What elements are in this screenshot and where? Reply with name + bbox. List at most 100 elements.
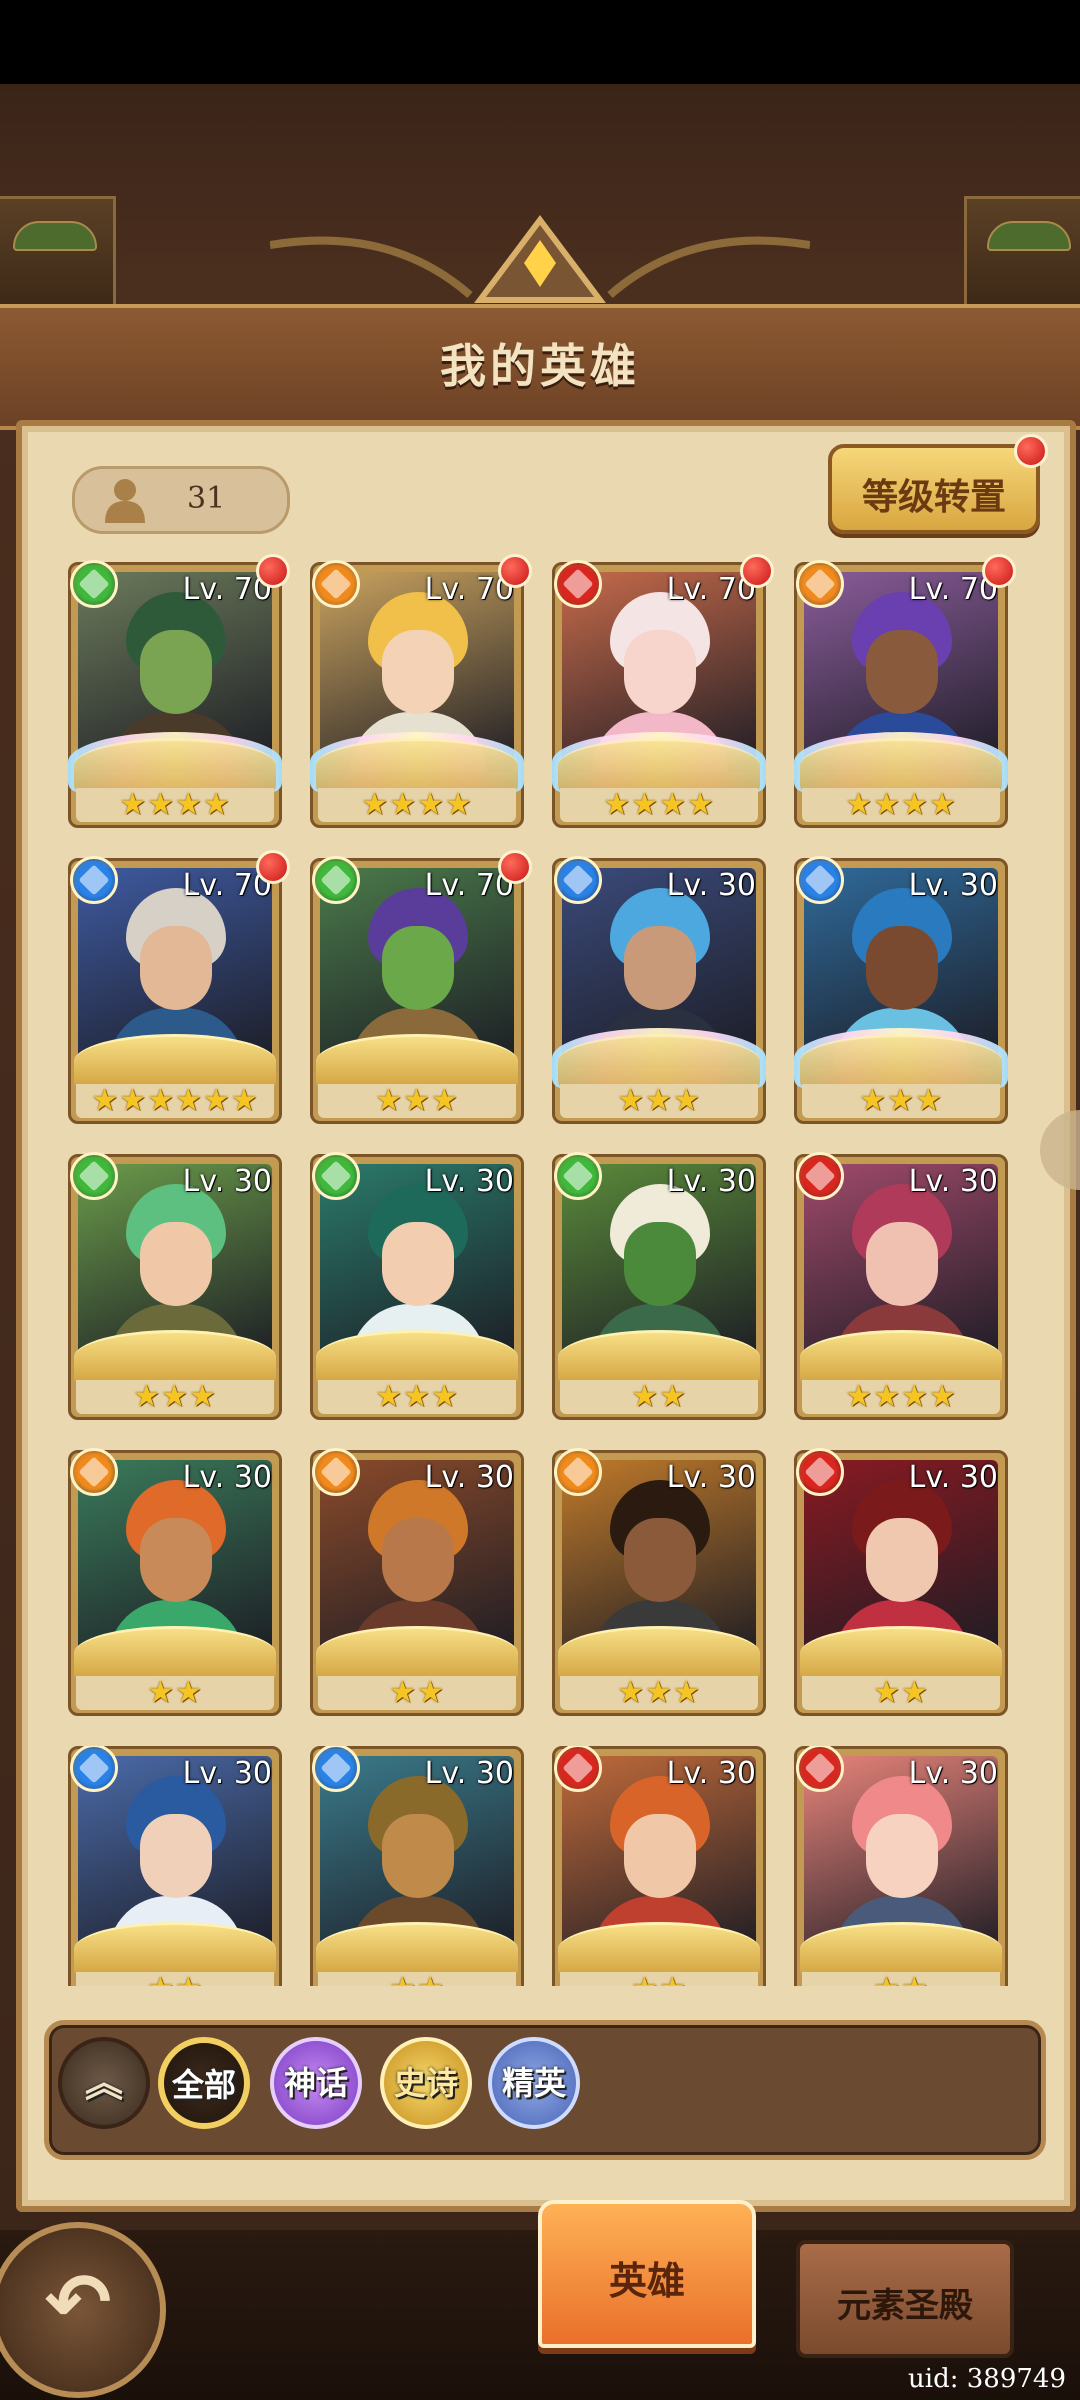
- gold-crest-decoration: [74, 1626, 276, 1681]
- wind-element-icon: [312, 1152, 360, 1200]
- hero-card[interactable]: ★★★★ Lv. 70: [310, 554, 532, 828]
- wind-element-icon: [70, 1152, 118, 1200]
- double-chevron-up-icon: ︽: [84, 2061, 123, 2105]
- gold-crest-decoration: [316, 1034, 518, 1089]
- filter-all-label: 全部: [171, 2066, 236, 2104]
- filter-myth-label: 神话: [283, 2064, 348, 2102]
- collapse-filter-button[interactable]: ︽: [58, 2037, 150, 2129]
- hero-stars: ★★: [310, 1972, 524, 1987]
- hero-card[interactable]: ★★ Lv. 30: [310, 1746, 524, 1986]
- hero-stars: ★★: [794, 1972, 1008, 1987]
- hero-card[interactable]: ★★★ Lv. 30: [552, 1448, 766, 1716]
- hero-card[interactable]: ★★★★ Lv. 70: [794, 554, 1016, 828]
- gold-crest-decoration: [558, 1034, 760, 1089]
- hero-level: Lv. 30: [666, 1756, 756, 1791]
- hero-card[interactable]: ★★ Lv. 30: [552, 1746, 766, 1986]
- hero-level: Lv. 30: [182, 1460, 272, 1495]
- hero-stars: ★★★: [133, 1379, 217, 1414]
- water-element-icon: [312, 1746, 360, 1792]
- hero-card[interactable]: ★★ Lv. 30: [794, 1448, 1008, 1716]
- filter-myth-button[interactable]: 神话: [270, 2037, 362, 2129]
- hero-level: Lv. 30: [424, 1164, 514, 1199]
- hero-card[interactable]: ★★★★★★ Lv. 70: [68, 850, 290, 1124]
- back-arrow-icon: ↶: [44, 2256, 112, 2349]
- tab-heroes-label: 英雄: [608, 2259, 685, 2303]
- gold-crest-decoration: [558, 738, 760, 793]
- notification-dot: [498, 554, 532, 588]
- hero-level: Lv. 30: [908, 1460, 998, 1495]
- gold-crest-decoration: [558, 1626, 760, 1681]
- wind-element-icon: [70, 560, 118, 608]
- hero-stars: ★★★: [375, 1083, 459, 1118]
- filter-epic-button[interactable]: 史诗: [380, 2037, 472, 2129]
- hero-level: Lv. 30: [666, 1460, 756, 1495]
- water-element-icon: [796, 856, 844, 904]
- tab-element-temple-label: 元素圣殿: [837, 2286, 973, 2326]
- hero-card[interactable]: ★★ Lv. 30: [310, 1448, 524, 1716]
- hero-level: Lv. 30: [666, 1164, 756, 1199]
- hero-card[interactable]: ★★ Lv. 30: [552, 1152, 766, 1420]
- right-pillar-decoration: [964, 196, 1080, 312]
- filter-all-button[interactable]: 全部: [158, 2037, 250, 2129]
- water-element-icon: [554, 856, 602, 904]
- fire-element-icon: [796, 1152, 844, 1200]
- hero-stars: ★★: [873, 1675, 929, 1710]
- hero-stars: ★★★★: [361, 787, 473, 822]
- filter-elite-button[interactable]: 精英: [488, 2037, 580, 2129]
- level-transfer-button[interactable]: 等级转置: [828, 434, 1048, 534]
- hero-count-value: 31: [187, 481, 226, 516]
- hero-card[interactable]: ★★★★ Lv. 70: [68, 554, 290, 828]
- hero-card[interactable]: ★★★ Lv. 30: [794, 856, 1008, 1124]
- gold-crest-decoration: [558, 1330, 760, 1385]
- earth-element-icon: [312, 560, 360, 608]
- filter-elite-label: 精英: [501, 2064, 566, 2102]
- water-element-icon: [70, 1746, 118, 1792]
- fire-element-icon: [796, 1448, 844, 1496]
- gold-crest-decoration: [316, 1626, 518, 1681]
- hero-stars: ★★★: [617, 1675, 701, 1710]
- notification-dot: [256, 554, 290, 588]
- hero-card[interactable]: ★★★ Lv. 30: [68, 1152, 282, 1420]
- hero-stars: ★★★: [375, 1379, 459, 1414]
- hero-count: 31: [72, 466, 290, 534]
- hero-level: Lv. 30: [666, 868, 756, 903]
- hero-card[interactable]: ★★★ Lv. 70: [310, 850, 532, 1124]
- wind-element-icon: [554, 1152, 602, 1200]
- tab-heroes[interactable]: 英雄: [538, 2200, 756, 2348]
- hero-level: Lv. 30: [908, 1756, 998, 1791]
- gold-crest-decoration: [800, 1034, 1002, 1089]
- hero-level: Lv. 30: [424, 1756, 514, 1791]
- hero-stars: ★★★: [617, 1083, 701, 1118]
- hero-card[interactable]: ★★ Lv. 30: [794, 1746, 1008, 1986]
- hero-level: Lv. 30: [908, 1164, 998, 1199]
- gold-crest-decoration: [316, 738, 518, 793]
- notification-dot: [498, 850, 532, 884]
- wind-element-icon: [312, 856, 360, 904]
- person-icon: [105, 479, 145, 523]
- water-element-icon: [70, 856, 118, 904]
- notification-dot: [256, 850, 290, 884]
- notification-dot: [740, 554, 774, 588]
- tab-element-temple[interactable]: 元素圣殿: [796, 2240, 1014, 2358]
- fire-element-icon: [796, 1746, 844, 1792]
- hero-card[interactable]: ★★★ Lv. 30: [310, 1152, 524, 1420]
- gold-crest-decoration: [74, 1922, 276, 1977]
- earth-element-icon: [70, 1448, 118, 1496]
- page-title: 我的英雄: [440, 339, 640, 393]
- hero-stars: ★★★★: [603, 787, 715, 822]
- hero-card[interactable]: ★★ Lv. 30: [68, 1448, 282, 1716]
- hero-stars: ★★: [389, 1675, 445, 1710]
- gold-crest-decoration: [74, 1034, 276, 1089]
- fire-element-icon: [554, 560, 602, 608]
- gold-crest-decoration: [558, 1922, 760, 1977]
- hero-card[interactable]: ★★★★ Lv. 30: [794, 1152, 1008, 1420]
- gold-crest-decoration: [800, 1330, 1002, 1385]
- hero-card[interactable]: ★★ Lv. 30: [68, 1746, 282, 1986]
- hero-card[interactable]: ★★★ Lv. 30: [552, 856, 766, 1124]
- gold-crest-decoration: [74, 1330, 276, 1385]
- hero-stars: ★★: [552, 1972, 766, 1987]
- gold-crest-decoration: [74, 738, 276, 793]
- fire-element-icon: [554, 1746, 602, 1792]
- hero-card[interactable]: ★★★★ Lv. 70: [552, 554, 774, 828]
- gold-crest-decoration: [800, 1922, 1002, 1977]
